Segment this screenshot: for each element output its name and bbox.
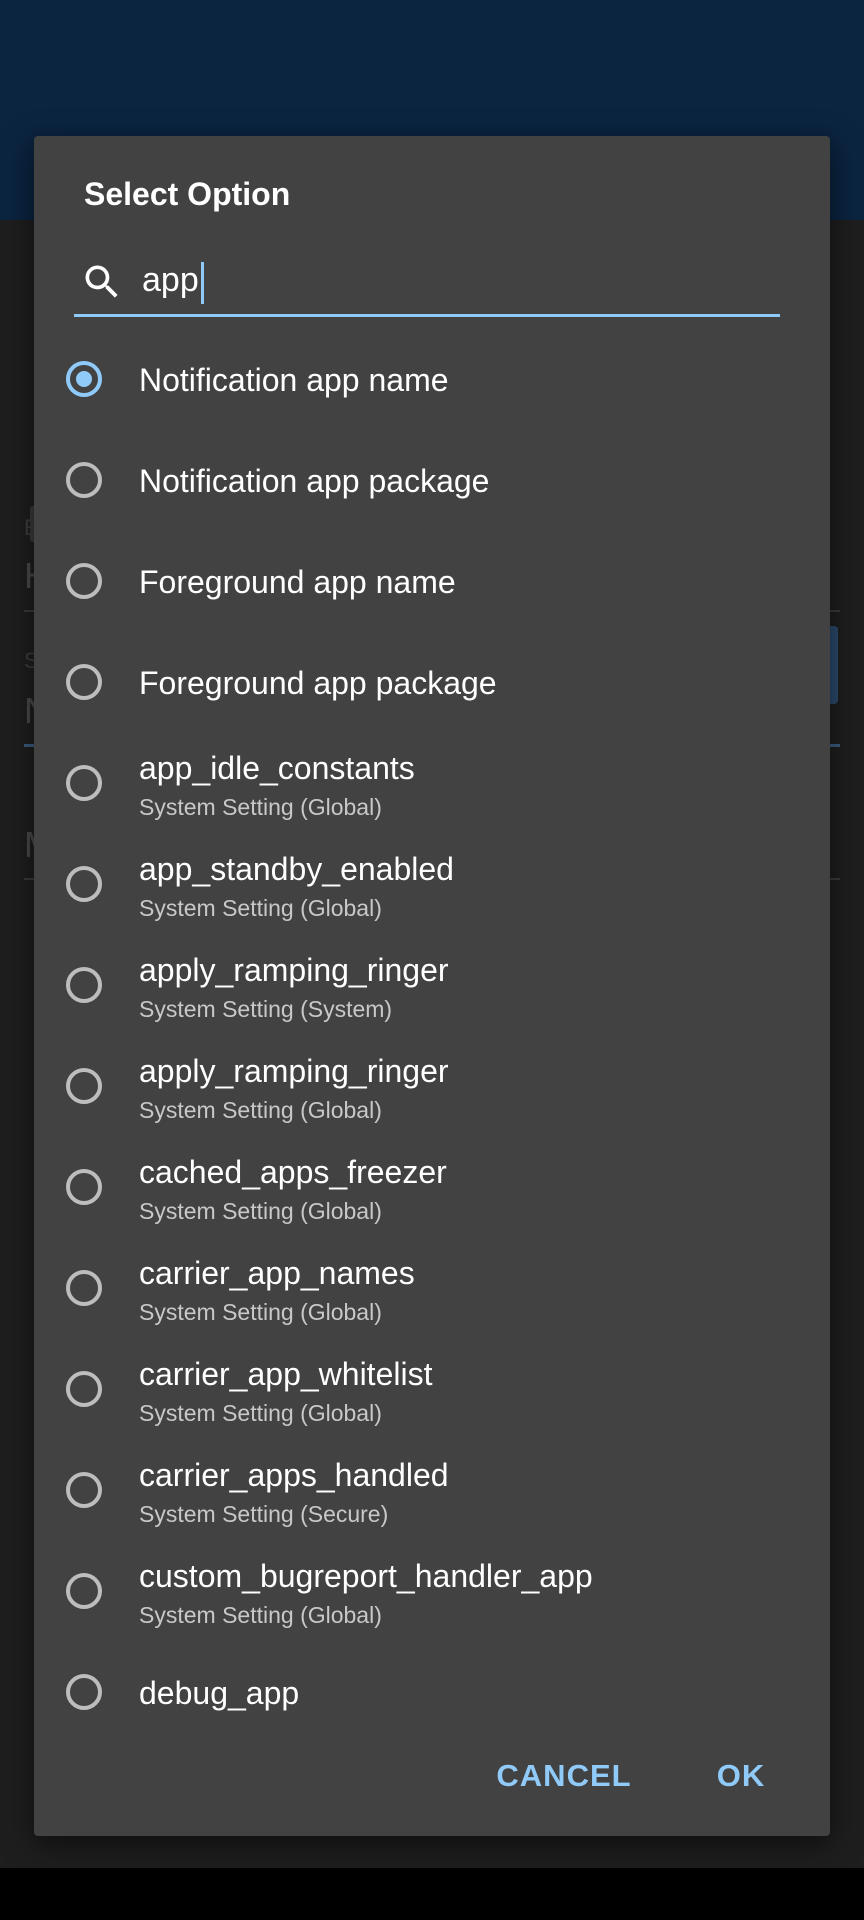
- option-label: cached_apps_freezer: [139, 1154, 447, 1190]
- option-label: custom_bugreport_handler_app: [139, 1558, 593, 1594]
- option-row[interactable]: Notification app name: [34, 332, 830, 433]
- option-row[interactable]: apply_ramping_ringer System Setting (Glob…: [34, 1039, 830, 1140]
- select-option-dialog: Select Option Notification app nameNotif…: [34, 136, 830, 1836]
- option-label: carrier_app_whitelist: [139, 1356, 433, 1392]
- options-list-content: Notification app name Notification app pa…: [34, 332, 830, 1746]
- option-row[interactable]: cached_apps_freezer System Setting (Globa…: [34, 1140, 830, 1241]
- options-list[interactable]: Notification app name Notification app pa…: [34, 332, 830, 1848]
- option-label: carrier_app_names: [139, 1255, 415, 1291]
- radio-unchecked-icon[interactable]: [66, 1371, 102, 1407]
- option-sublabel: System Setting (Global): [139, 1602, 382, 1628]
- option-label: Foreground app name: [139, 564, 456, 600]
- radio-unchecked-icon[interactable]: [66, 664, 102, 700]
- option-label: apply_ramping_ringer: [139, 1053, 449, 1089]
- radio-unchecked-icon[interactable]: [66, 1169, 102, 1205]
- option-label: app_standby_enabled: [139, 851, 454, 887]
- option-label: Notification app name: [139, 362, 449, 398]
- option-sublabel: System Setting (Global): [139, 1400, 382, 1426]
- option-sublabel: System Setting (Global): [139, 1299, 382, 1325]
- text-cursor: [200, 262, 204, 304]
- option-row[interactable]: carrier_app_whitelist System Setting (Glo…: [34, 1342, 830, 1443]
- option-row[interactable]: custom_bugreport_handler_app System Setti…: [34, 1544, 830, 1645]
- option-sublabel: System Setting (Global): [139, 1198, 382, 1224]
- option-label: Notification app package: [139, 463, 490, 499]
- radio-unchecked-icon[interactable]: [66, 1674, 102, 1710]
- search-input[interactable]: [142, 254, 762, 306]
- option-row[interactable]: Foreground app package: [34, 635, 830, 736]
- radio-unchecked-icon[interactable]: [66, 1573, 102, 1609]
- option-row[interactable]: debug_app: [34, 1645, 830, 1746]
- system-navigation-bar: [0, 1868, 864, 1920]
- option-row[interactable]: carrier_apps_handled System Setting (Secu…: [34, 1443, 830, 1544]
- option-label: debug_app: [139, 1675, 300, 1711]
- radio-unchecked-icon[interactable]: [66, 462, 102, 498]
- radio-unchecked-icon[interactable]: [66, 1270, 102, 1306]
- option-label: app_idle_constants: [139, 750, 415, 786]
- radio-unchecked-icon[interactable]: [66, 866, 102, 902]
- option-label: carrier_apps_handled: [139, 1457, 449, 1493]
- option-row[interactable]: Notification app package: [34, 433, 830, 534]
- radio-checked-icon[interactable]: [66, 361, 102, 397]
- option-sublabel: System Setting (System): [139, 996, 393, 1022]
- cancel-button[interactable]: CANCEL: [484, 1746, 644, 1806]
- option-row[interactable]: carrier_app_names System Setting (Global): [34, 1241, 830, 1342]
- option-label: apply_ramping_ringer: [139, 952, 449, 988]
- option-sublabel: System Setting (Secure): [139, 1501, 389, 1527]
- option-row[interactable]: app_standby_enabled System Setting (Globa…: [34, 837, 830, 938]
- option-row[interactable]: Foreground app name: [34, 534, 830, 635]
- option-sublabel: System Setting (Global): [139, 1097, 382, 1123]
- option-row[interactable]: app_idle_constants System Setting (Global…: [34, 736, 830, 837]
- radio-unchecked-icon[interactable]: [66, 563, 102, 599]
- dialog-title: Select Option: [84, 176, 291, 212]
- radio-unchecked-icon[interactable]: [66, 1472, 102, 1508]
- search-icon: [85, 265, 118, 298]
- radio-unchecked-icon[interactable]: [66, 765, 102, 801]
- option-sublabel: System Setting (Global): [139, 794, 382, 820]
- option-row[interactable]: apply_ramping_ringer System Setting (Syst…: [34, 938, 830, 1039]
- ok-button[interactable]: OK: [706, 1746, 776, 1806]
- search-bar[interactable]: [74, 248, 780, 317]
- radio-unchecked-icon[interactable]: [66, 1068, 102, 1104]
- radio-unchecked-icon[interactable]: [66, 967, 102, 1003]
- option-label: Foreground app package: [139, 665, 497, 701]
- option-sublabel: System Setting (Global): [139, 895, 382, 921]
